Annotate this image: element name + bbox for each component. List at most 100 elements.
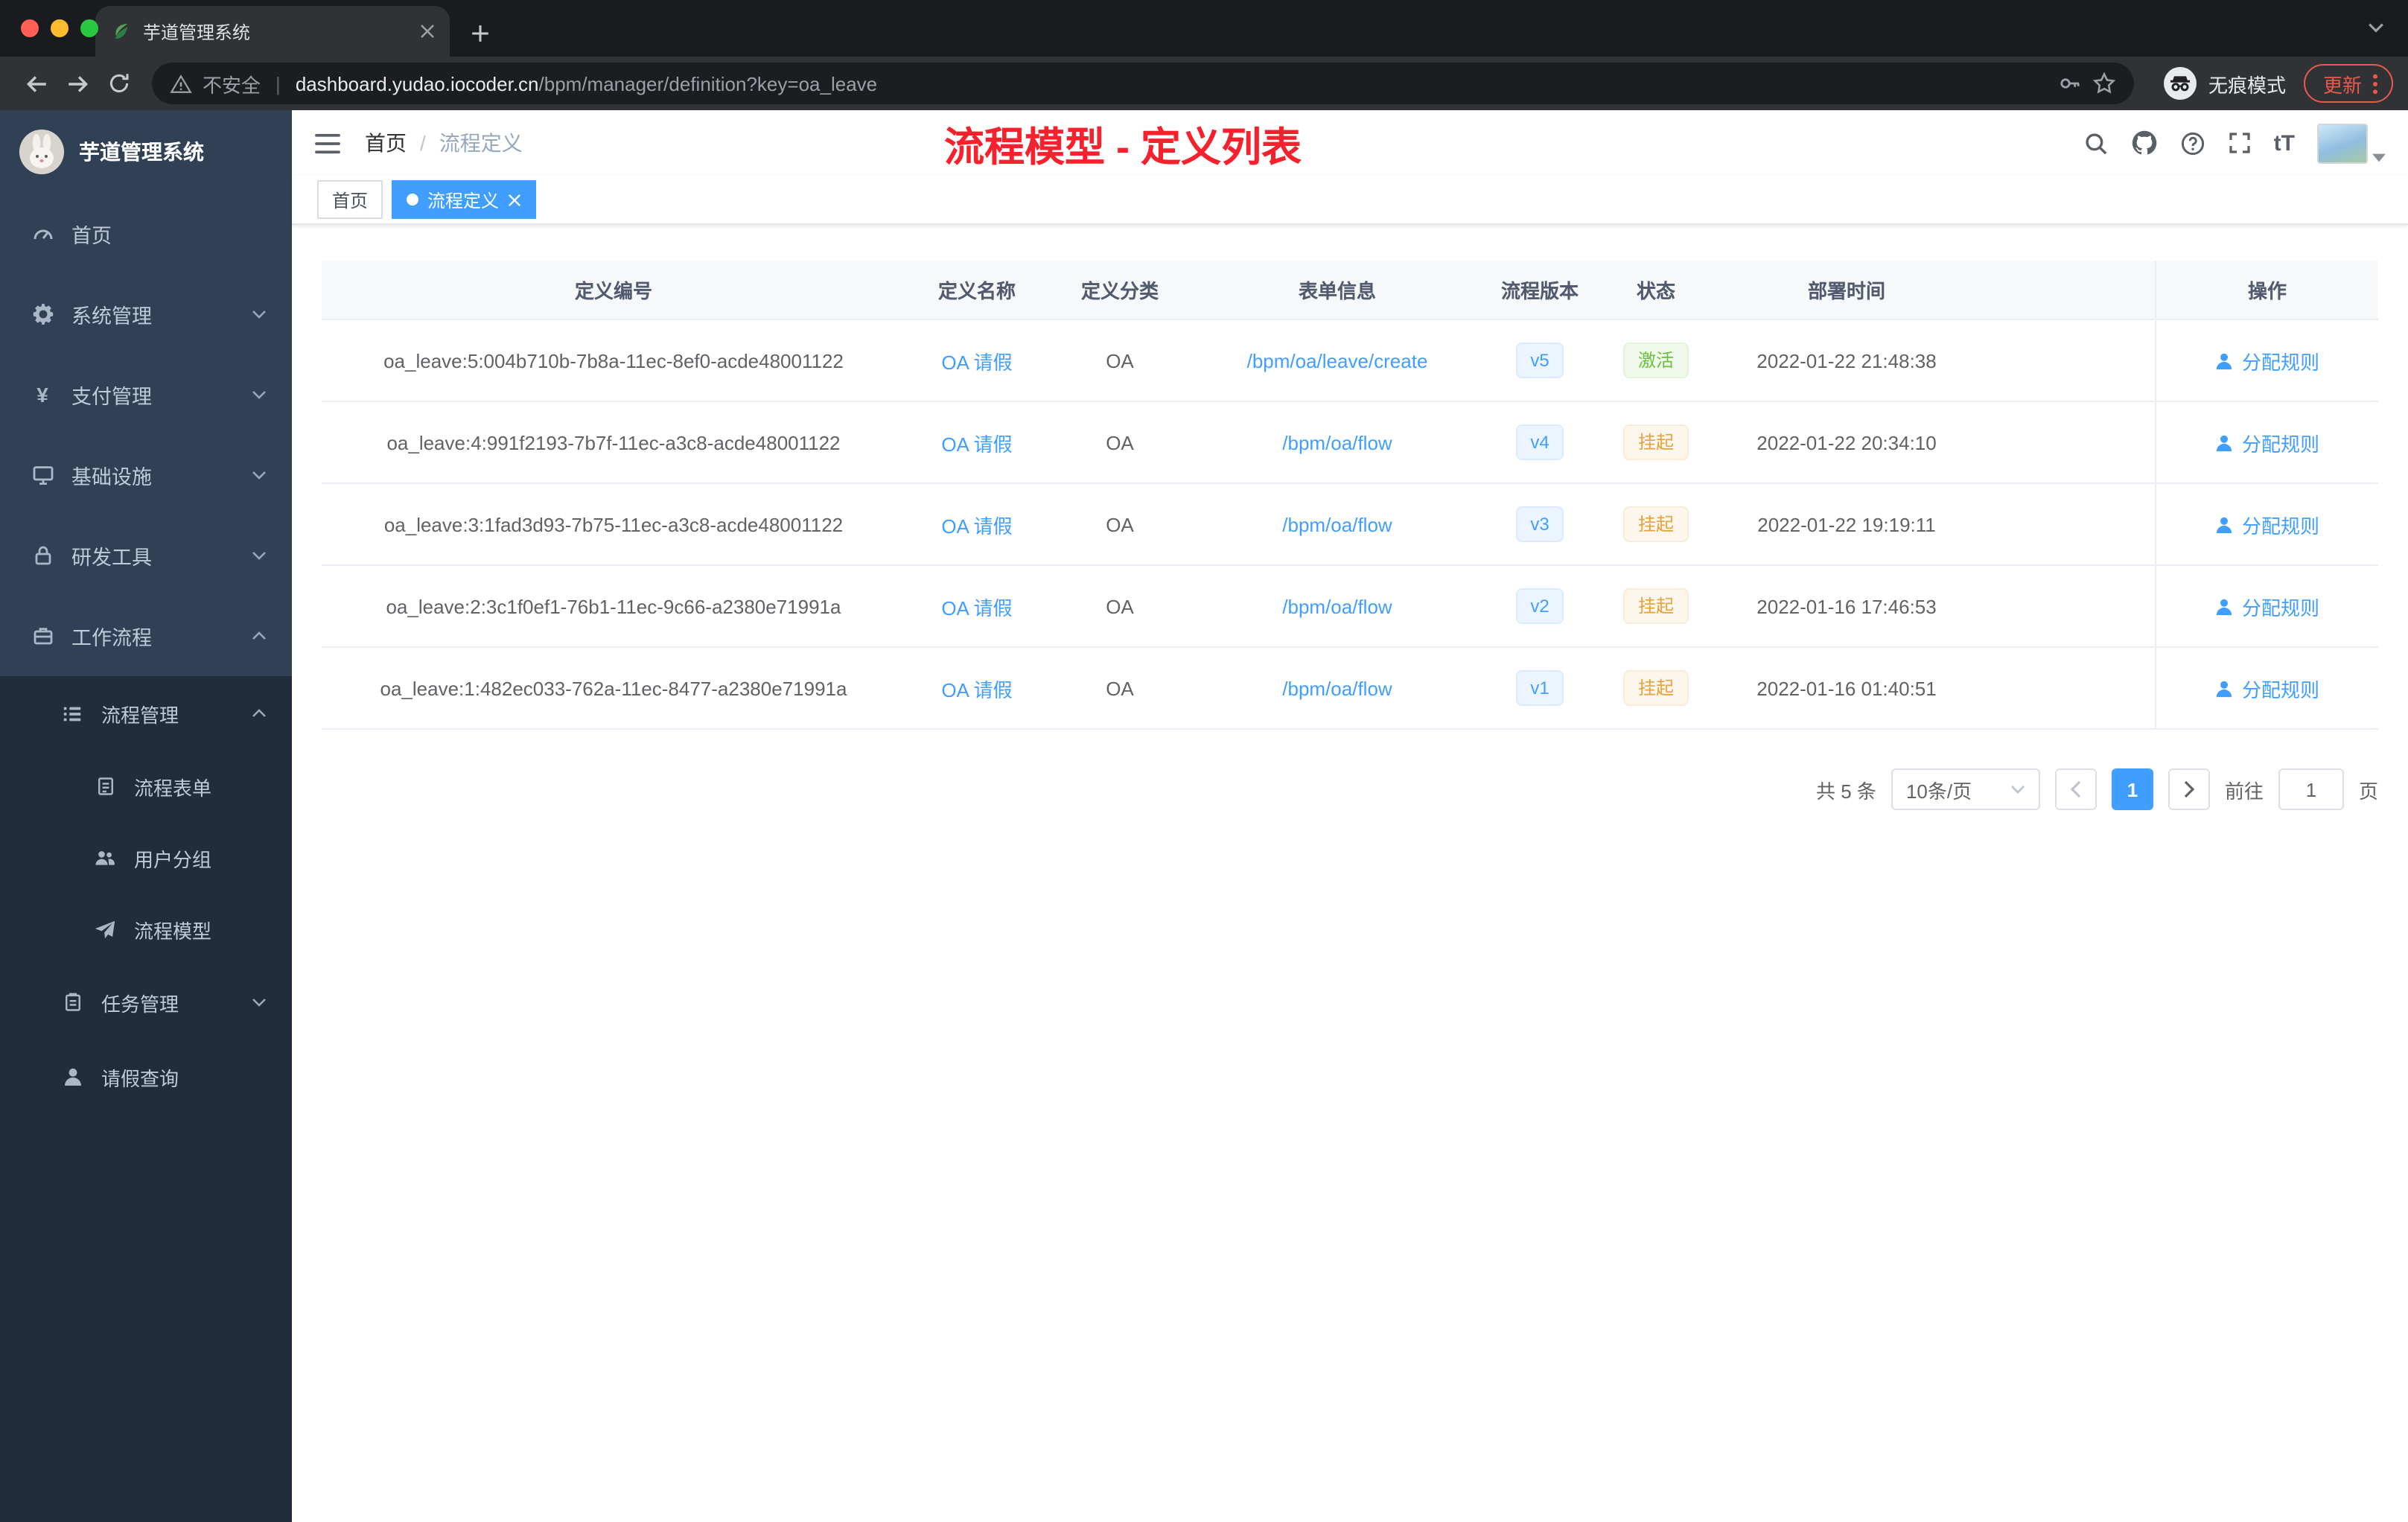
chevron-down-icon: [252, 390, 267, 399]
reload-icon[interactable]: [98, 63, 140, 104]
annotation-title: 流程模型 - 定义列表: [944, 125, 1302, 170]
person-icon: [2217, 598, 2233, 615]
avatar[interactable]: [2317, 123, 2368, 163]
definition-name-link[interactable]: OA 请假: [941, 428, 1012, 456]
assign-rule-link[interactable]: 分配规则: [2215, 674, 2319, 702]
sidebar-item-task-management[interactable]: 任务管理: [0, 965, 292, 1039]
password-key-icon[interactable]: [2058, 71, 2082, 95]
cell-form-info: /bpm/oa/flow: [1191, 566, 1483, 646]
cell-definition-id: oa_leave:3:1fad3d93-7b75-11ec-a3c8-acde4…: [383, 513, 844, 535]
page-size-select[interactable]: 10条/页: [1891, 768, 2040, 810]
browser-tab[interactable]: 芋道管理系统: [95, 6, 450, 57]
cell-deploy-time: 2022-01-16 17:46:53: [1756, 595, 1937, 617]
update-chip[interactable]: 更新: [2303, 64, 2393, 103]
cell-process-version: v2: [1483, 566, 1596, 646]
sidebar-collapse-icon[interactable]: [314, 132, 341, 154]
person-icon: [2217, 680, 2233, 697]
security-label[interactable]: 不安全: [203, 69, 261, 98]
sidebar-item-process-model[interactable]: 流程模型: [0, 894, 292, 965]
tab-close-icon[interactable]: [420, 24, 435, 39]
chevron-up-icon: [252, 709, 267, 718]
current-page-button[interactable]: 1: [2111, 768, 2153, 810]
sidebar-item-process-form[interactable]: 流程表单: [0, 751, 292, 822]
minimize-window-button[interactable]: [51, 19, 69, 37]
col-header-deploy-time: 部署时间: [1807, 280, 1885, 302]
close-window-button[interactable]: [21, 19, 39, 37]
tab-search-caret-icon[interactable]: [2368, 22, 2384, 33]
sidebar-item-payment-management[interactable]: ¥ 支付管理: [0, 354, 292, 435]
sidebar-item-user-group[interactable]: 用户分组: [0, 822, 292, 894]
assign-rule-link[interactable]: 分配规则: [2215, 346, 2319, 375]
tag-home[interactable]: 首页: [317, 180, 383, 219]
forward-icon[interactable]: [57, 63, 98, 104]
github-icon[interactable]: [2131, 130, 2158, 156]
form-info-link[interactable]: /bpm/oa/flow: [1282, 513, 1392, 535]
cell-definition-id: oa_leave:1:482ec033-762a-11ec-8477-a2380…: [380, 677, 847, 699]
cell-actions: 分配规则: [2155, 484, 2378, 564]
cell-definition-name: OA 请假: [905, 484, 1048, 564]
back-icon[interactable]: [15, 63, 57, 104]
goto-suffix: 页: [2358, 780, 2378, 802]
table-row: oa_leave:4:991f2193-7b7f-11ec-a3c8-acde4…: [322, 402, 2378, 484]
cell-actions: 分配规则: [2155, 648, 2378, 728]
goto-page-input[interactable]: [2278, 768, 2344, 810]
assign-rule-label: 分配规则: [2241, 678, 2319, 701]
gear-icon: [30, 302, 55, 326]
breadcrumb-home[interactable]: 首页: [365, 128, 407, 158]
person-icon: [2217, 516, 2233, 533]
address-bar[interactable]: 不安全 | dashboard.yudao.iocoder.cn/bpm/man…: [152, 63, 2134, 104]
prev-page-button[interactable]: [2054, 768, 2097, 810]
url-text[interactable]: dashboard.yudao.iocoder.cn/bpm/manager/d…: [296, 72, 877, 95]
app-header: 首页 / 流程定义 流程模型 - 定义列表 tT: [292, 110, 2408, 176]
assign-rule-link[interactable]: 分配规则: [2215, 428, 2319, 456]
definition-name-link[interactable]: OA 请假: [941, 592, 1012, 620]
form-info-link[interactable]: /bpm/oa/leave/create: [1247, 349, 1428, 372]
fullscreen-icon[interactable]: [2228, 131, 2252, 155]
cell-actions: 分配规则: [2155, 566, 2378, 646]
macos-traffic-lights: [21, 19, 98, 37]
form-info-link[interactable]: /bpm/oa/flow: [1282, 431, 1392, 453]
favicon-leaf-icon: [110, 21, 131, 42]
definition-name-link[interactable]: OA 请假: [941, 346, 1012, 375]
new-tab-button[interactable]: [471, 24, 490, 43]
tag-close-icon[interactable]: [508, 193, 521, 206]
zoom-window-button[interactable]: [80, 19, 98, 37]
url-domain: dashboard.yudao.iocoder.cn: [295, 72, 539, 95]
form-info-link[interactable]: /bpm/oa/flow: [1282, 595, 1392, 617]
bookmark-star-icon[interactable]: [2092, 71, 2116, 95]
chevron-down-icon: [252, 551, 267, 560]
incognito-indicator: 无痕模式: [2163, 67, 2286, 100]
form-info-link[interactable]: /bpm/oa/flow: [1282, 677, 1392, 699]
version-badge: v1: [1515, 670, 1564, 706]
sidebar-submenu: 流程管理 流程表单 用户分组 流程模型 任务管理 请假查询: [0, 676, 292, 1114]
sidebar-item-workflow[interactable]: 工作流程: [0, 596, 292, 676]
person-icon: [60, 1066, 85, 1087]
tag-process-definition[interactable]: 流程定义: [392, 180, 537, 219]
assign-rule-link[interactable]: 分配规则: [2215, 592, 2319, 620]
warning-triangle-icon[interactable]: [170, 72, 192, 95]
definition-name-link[interactable]: OA 请假: [941, 510, 1012, 538]
tags-view-bar: 首页 流程定义: [292, 176, 2408, 225]
sidebar-item-process-management[interactable]: 流程管理: [0, 676, 292, 751]
user-avatar-wrap[interactable]: [2317, 123, 2386, 163]
font-size-icon[interactable]: tT: [2274, 130, 2295, 156]
help-icon[interactable]: [2180, 130, 2205, 156]
pagination-total: 共 5 条: [1816, 780, 1876, 802]
search-icon[interactable]: [2083, 130, 2109, 156]
next-page-button[interactable]: [2167, 768, 2210, 810]
sidebar-item-dev-tools[interactable]: 研发工具: [0, 515, 292, 596]
kebab-menu-icon[interactable]: [2372, 72, 2378, 95]
sidebar-item-home[interactable]: 首页: [0, 194, 292, 274]
sidebar-top-section: 芋道管理系统 首页 系统管理 ¥ 支付管理 基础设施 研发工具 工作流程: [0, 110, 292, 676]
sidebar-item-leave-query[interactable]: 请假查询: [0, 1039, 292, 1114]
brand-title: 芋道管理系统: [79, 140, 204, 164]
screen: 芋道管理系统 不安全 | dashboard.yudao.iocoder.cn/…: [0, 0, 2408, 1522]
incognito-label: 无痕模式: [2208, 74, 2286, 96]
status-badge: 挂起: [1622, 588, 1689, 624]
sidebar-item-infrastructure[interactable]: 基础设施: [0, 435, 292, 515]
definition-name-link[interactable]: OA 请假: [941, 674, 1012, 702]
sidebar-item-system-management[interactable]: 系统管理: [0, 274, 292, 354]
tag-label: 首页: [332, 190, 369, 211]
assign-rule-link[interactable]: 分配规则: [2215, 510, 2319, 538]
cell-status: 激活: [1596, 320, 1716, 401]
